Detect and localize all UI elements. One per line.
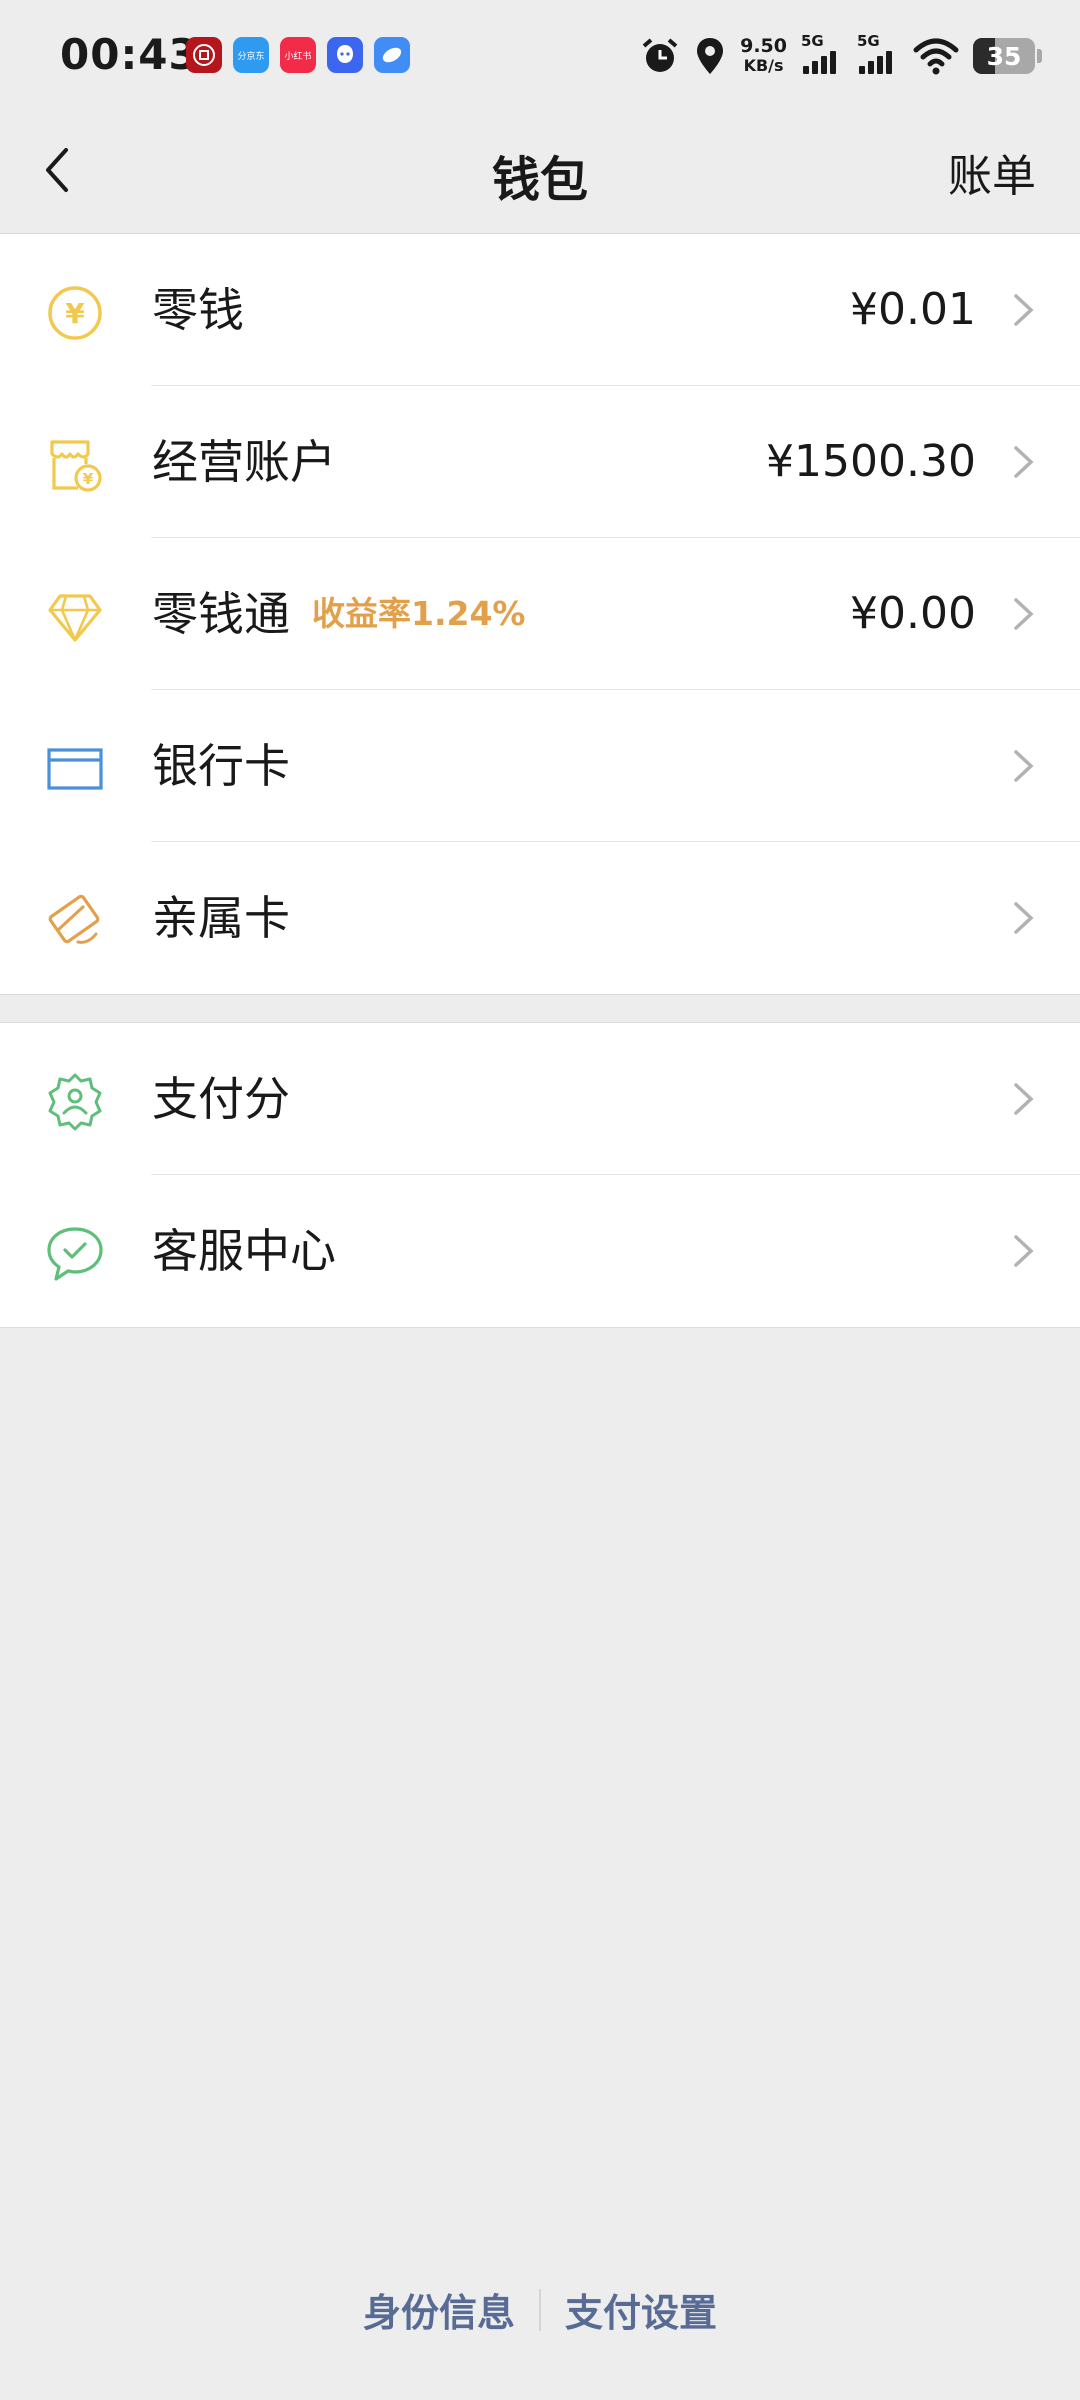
list-item-pay-score[interactable]: 支付分	[0, 1023, 1080, 1175]
list-item-label: 银行卡	[152, 739, 290, 793]
pay-settings-link[interactable]: 支付设置	[541, 2282, 741, 2337]
bill-button[interactable]: 账单	[948, 140, 1036, 204]
signal-sim2-icon: 5G	[857, 32, 899, 78]
footer-links: 身份信息 支付设置	[0, 2282, 1080, 2337]
badge-user-icon	[48, 1073, 102, 1131]
notification-icons: 分京东 小红书	[186, 37, 410, 73]
list-item-customer-service[interactable]: 客服中心	[0, 1175, 1080, 1327]
balance-value: ¥0.00	[850, 588, 976, 639]
page-title: 钱包	[491, 152, 588, 208]
wifi-icon	[913, 38, 959, 75]
jd-app-icon: 分京东	[233, 37, 269, 73]
diamond-icon	[48, 594, 102, 642]
list-item-label: 客服中心	[152, 1224, 336, 1278]
shop-icon: ¥	[50, 440, 102, 492]
status-bar: 00:43 分京东 小红书 9.50 KB/s 5G 5G 35	[0, 0, 1080, 110]
browser-app-icon	[374, 37, 410, 73]
status-time: 00:43	[60, 30, 199, 79]
nav-bar: 钱包 账单	[0, 110, 1080, 234]
location-icon	[697, 38, 724, 74]
family-card-icon	[48, 894, 100, 944]
identity-info-link[interactable]: 身份信息	[339, 2282, 539, 2337]
list-item-business-account[interactable]: ¥ 经营账户 ¥1500.30	[0, 386, 1080, 538]
chevron-right-icon	[1014, 750, 1034, 782]
bank-app-icon	[186, 37, 222, 73]
chevron-right-icon	[1014, 446, 1034, 478]
balance-value: ¥0.01	[850, 284, 976, 335]
wallet-service-list: 支付分 客服中心	[0, 1022, 1080, 1328]
yen-coin-icon: ¥	[48, 286, 102, 340]
wallet-main-list: ¥ 零钱 ¥0.01 ¥ 经营账户 ¥1500.30 零钱通 收益率1.24% …	[0, 234, 1080, 995]
list-item-label: 零钱通	[152, 587, 290, 641]
battery-indicator: 35	[973, 38, 1035, 74]
list-item-label: 零钱	[152, 283, 244, 337]
alarm-icon	[642, 38, 678, 72]
chevron-right-icon	[1014, 1235, 1034, 1267]
list-item-family-card[interactable]: 亲属卡	[0, 842, 1080, 994]
status-indicators: 9.50 KB/s 5G 5G 35	[640, 32, 1042, 78]
qq-app-icon	[327, 37, 363, 73]
chevron-right-icon	[1014, 902, 1034, 934]
balance-value: ¥1500.30	[766, 436, 976, 487]
list-item-label: 亲属卡	[152, 891, 290, 945]
svg-text:¥: ¥	[83, 470, 94, 488]
list-item-change[interactable]: ¥ 零钱 ¥0.01	[0, 234, 1080, 386]
list-item-lingqiantong[interactable]: 零钱通 收益率1.24% ¥0.00	[0, 538, 1080, 690]
list-item-label: 支付分	[152, 1072, 290, 1126]
yield-rate-tag: 收益率1.24%	[312, 594, 526, 633]
list-item-bank-card[interactable]: 银行卡	[0, 690, 1080, 842]
svg-text:¥: ¥	[65, 297, 85, 330]
chevron-right-icon	[1014, 1083, 1034, 1115]
network-speed: 9.50 KB/s	[740, 35, 787, 75]
chevron-right-icon	[1014, 294, 1034, 326]
chat-check-icon	[47, 1227, 103, 1281]
list-item-label: 经营账户	[152, 435, 336, 489]
signal-sim1-icon: 5G	[801, 32, 843, 78]
chevron-right-icon	[1014, 598, 1034, 630]
battery-tip	[1037, 49, 1042, 63]
xiaohongshu-app-icon: 小红书	[280, 37, 316, 73]
card-icon	[47, 748, 103, 790]
